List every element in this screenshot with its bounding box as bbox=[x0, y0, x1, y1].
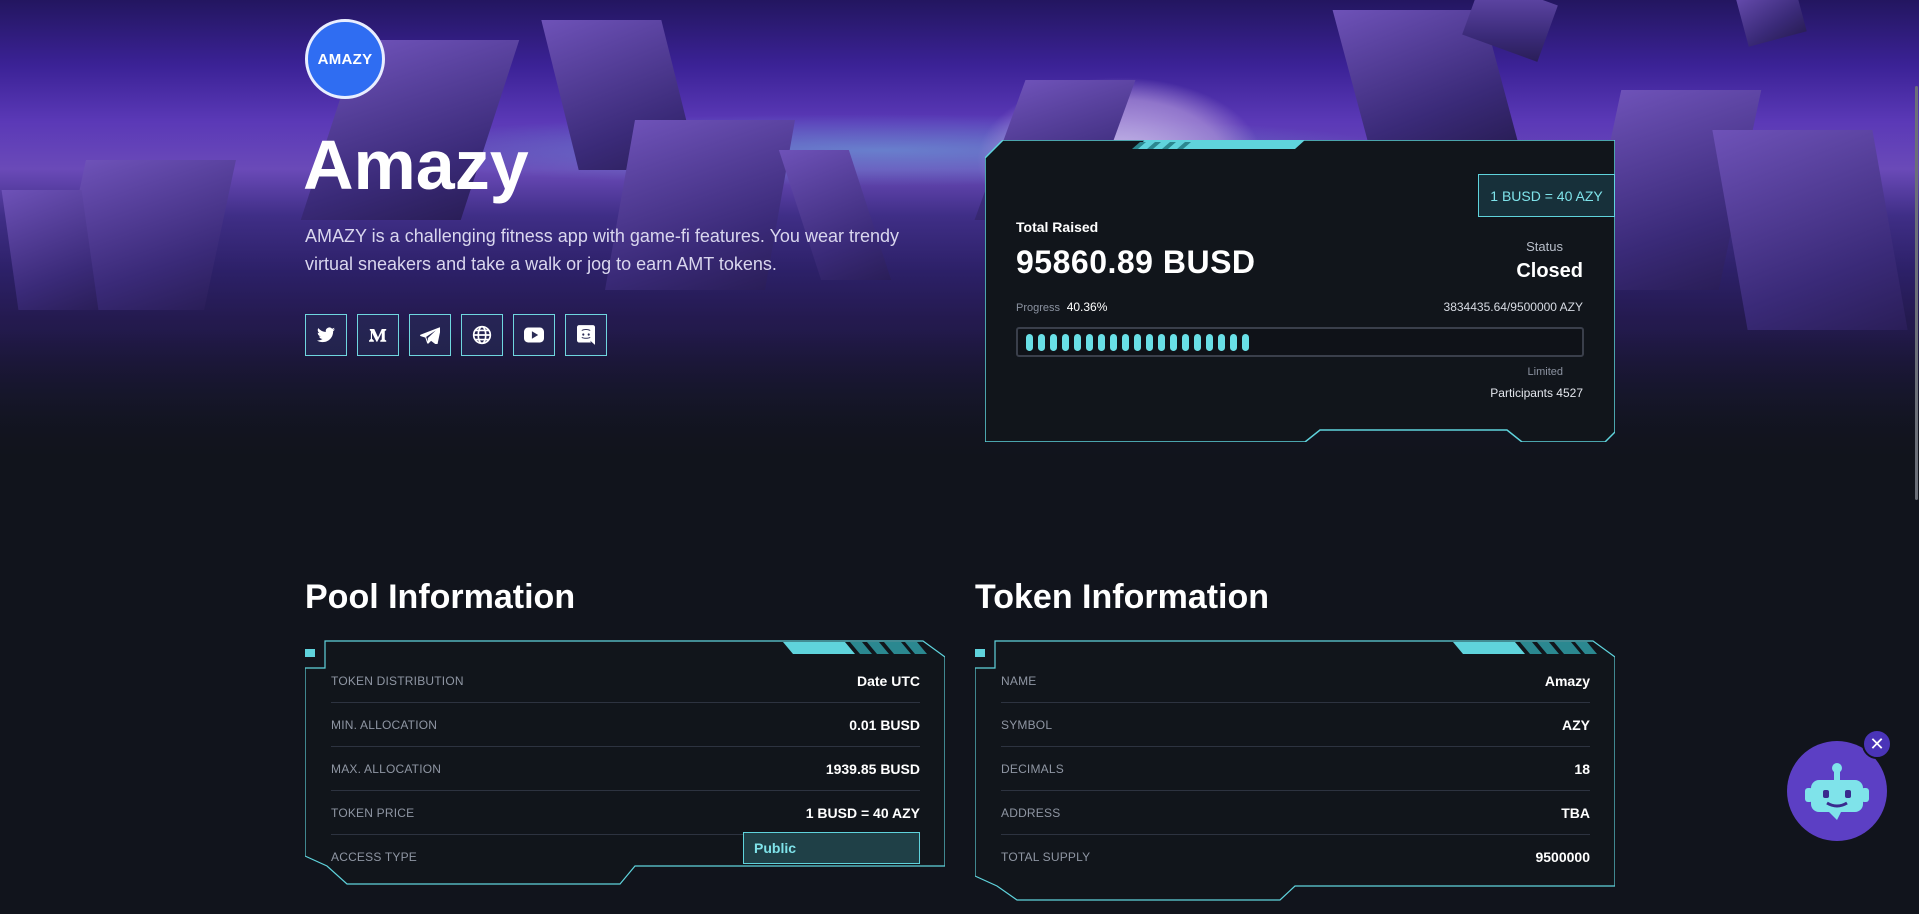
robot-icon bbox=[1805, 763, 1869, 820]
discord-icon[interactable] bbox=[565, 314, 607, 356]
info-row: ACCESS TYPE Public bbox=[331, 832, 920, 879]
progress-segment bbox=[1134, 334, 1141, 351]
progress-segment bbox=[1110, 334, 1117, 351]
project-description: AMAZY is a challenging fitness app with … bbox=[305, 226, 899, 274]
info-row-label: TOKEN PRICE bbox=[331, 805, 415, 820]
telegram-icon[interactable] bbox=[409, 314, 451, 356]
participants-count: Participants 4527 bbox=[1490, 386, 1583, 400]
progress-segment bbox=[1218, 334, 1225, 351]
info-row-label: DECIMALS bbox=[1001, 761, 1064, 776]
progress-segment bbox=[1026, 334, 1033, 351]
progress-segment bbox=[1074, 334, 1081, 351]
progress-segment bbox=[1098, 334, 1105, 351]
info-row: MAX. ALLOCATION 1939.85 BUSD bbox=[331, 747, 920, 791]
progress-segment bbox=[1158, 334, 1165, 351]
info-row-label: TOTAL SUPPLY bbox=[1001, 850, 1091, 864]
pool-info-panel: TOKEN DISTRIBUTION Date UTC MIN. ALLOCATIO… bbox=[305, 640, 945, 904]
info-row-label: NAME bbox=[1001, 673, 1037, 688]
scrollbar-thumb[interactable] bbox=[1915, 86, 1918, 500]
progress-row: Progress 40.36% bbox=[1016, 300, 1107, 314]
info-row-value: 18 bbox=[1574, 760, 1590, 777]
info-row: NAME Amazy bbox=[1001, 659, 1590, 703]
globe-icon[interactable] bbox=[461, 314, 503, 356]
info-row: DECIMALS 18 bbox=[1001, 747, 1590, 791]
progress-segment bbox=[1230, 334, 1237, 351]
progress-segment bbox=[1182, 334, 1189, 351]
info-row-label: MAX. ALLOCATION bbox=[331, 761, 442, 776]
info-row-value: 1 BUSD = 40 AZY bbox=[805, 804, 920, 821]
exchange-rate-badge: 1 BUSD = 40 AZY bbox=[1478, 174, 1615, 217]
social-links bbox=[305, 314, 607, 356]
progress-segment bbox=[1062, 334, 1069, 351]
token-info-title: Token Information bbox=[975, 578, 1270, 616]
pool-info-title: Pool Information bbox=[305, 578, 576, 616]
info-row: ADDRESS TBA bbox=[1001, 791, 1590, 835]
project-title: Amazy bbox=[303, 126, 529, 204]
close-icon[interactable]: ✕ bbox=[1862, 729, 1892, 759]
limited-label: Limited bbox=[1527, 366, 1563, 378]
progress-segment bbox=[1206, 334, 1213, 351]
info-row-value: 0.01 BUSD bbox=[849, 716, 920, 733]
info-row-label: SYMBOL bbox=[1001, 717, 1053, 732]
progress-segment bbox=[1086, 334, 1093, 351]
progress-segment bbox=[1242, 334, 1249, 351]
twitter-icon[interactable] bbox=[305, 314, 347, 356]
progress-segment bbox=[1146, 334, 1153, 351]
info-row: TOKEN DISTRIBUTION Date UTC bbox=[331, 659, 920, 703]
tokens-sold: 3834435.64/9500000 AZY bbox=[1443, 300, 1583, 314]
info-row-value: Date UTC bbox=[856, 672, 920, 689]
info-row: SYMBOL AZY bbox=[1001, 703, 1590, 747]
info-row-value: TBA bbox=[1561, 804, 1590, 821]
info-row-label: ACCESS TYPE bbox=[331, 850, 418, 864]
progress-segment bbox=[1170, 334, 1177, 351]
total-raised-label: Total Raised bbox=[1016, 219, 1099, 235]
progress-segment bbox=[1038, 334, 1045, 351]
medium-icon[interactable] bbox=[357, 314, 399, 356]
info-row-value: 9500000 bbox=[1535, 849, 1590, 865]
info-row-label: TOKEN DISTRIBUTION bbox=[331, 673, 464, 688]
hero-banner bbox=[0, 0, 1919, 470]
progress-segment bbox=[1050, 334, 1057, 351]
status-label: Status bbox=[1526, 239, 1563, 254]
project-logo: AMAZY bbox=[305, 19, 385, 99]
info-row-label: ADDRESS bbox=[1001, 805, 1061, 820]
progress-percent: 40.36% bbox=[1066, 300, 1108, 314]
info-row-value: AZY bbox=[1562, 716, 1590, 733]
info-row-value: 1939.85 BUSD bbox=[825, 760, 920, 777]
total-raised-amount: 95860.89 BUSD bbox=[1016, 244, 1256, 280]
info-row-label: MIN. ALLOCATION bbox=[331, 717, 438, 732]
info-row: MIN. ALLOCATION 0.01 BUSD bbox=[331, 703, 920, 747]
access-type-badge: Public bbox=[743, 832, 920, 864]
progress-segment bbox=[1122, 334, 1129, 351]
info-row: TOKEN PRICE 1 BUSD = 40 AZY bbox=[331, 791, 920, 835]
progress-segment bbox=[1194, 334, 1201, 351]
token-info-panel: NAME Amazy SYMBOL AZY DECIMALS 18 ADDRESS TBA TO… bbox=[975, 640, 1615, 904]
sale-card: 1 BUSD = 40 AZY Total Raised 95860.89 BU… bbox=[985, 140, 1615, 442]
info-row: TOTAL SUPPLY 9500000 bbox=[1001, 835, 1590, 879]
info-row-value: Amazy bbox=[1544, 672, 1590, 689]
youtube-icon[interactable] bbox=[513, 314, 555, 356]
progress-bar bbox=[1016, 327, 1584, 357]
progress-label: Progress bbox=[1016, 302, 1061, 314]
status-value: Closed bbox=[1516, 260, 1583, 282]
